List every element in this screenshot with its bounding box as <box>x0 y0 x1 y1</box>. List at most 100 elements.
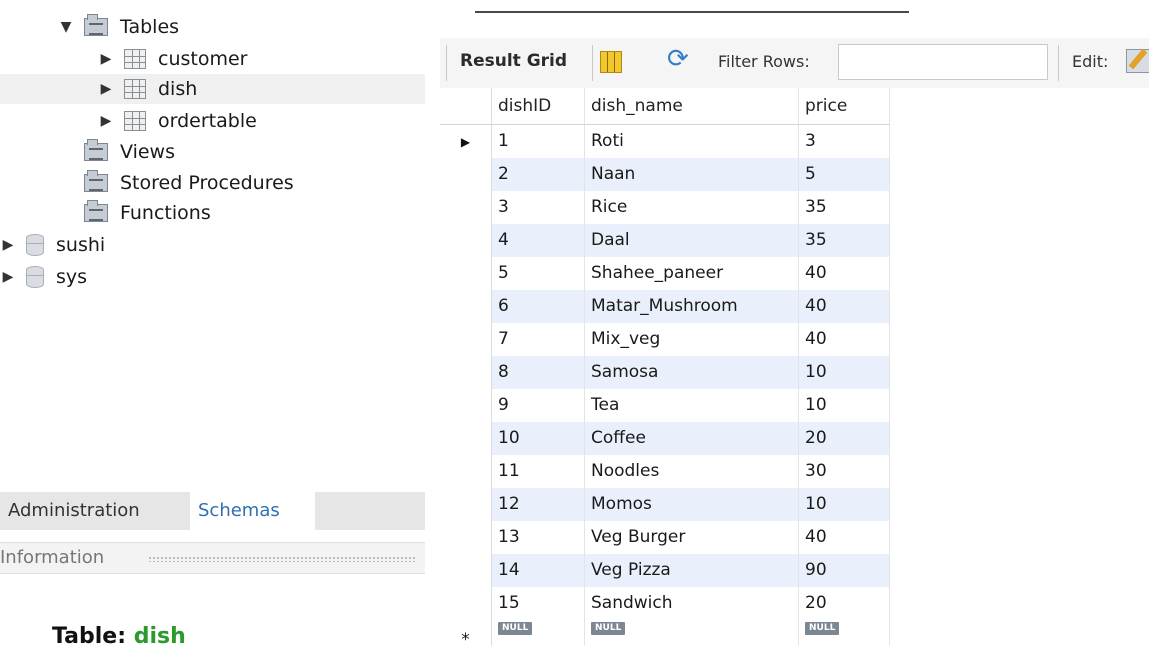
dishid-cell[interactable]: 4 <box>492 224 585 257</box>
dish-name-cell[interactable]: Samosa <box>585 356 799 389</box>
table-row[interactable]: 2 Naan 5 <box>440 158 890 191</box>
table-row[interactable]: 7 Mix_veg 40 <box>440 323 890 356</box>
dish-name-cell[interactable]: Momos <box>585 488 799 521</box>
table-row[interactable]: 12 Momos 10 <box>440 488 890 521</box>
table-row[interactable]: 4 Daal 35 <box>440 224 890 257</box>
price-cell[interactable]: 35 <box>799 191 890 224</box>
dish-name-cell[interactable]: Roti <box>585 125 799 158</box>
table-row[interactable]: 13 Veg Burger 40 <box>440 521 890 554</box>
table-row[interactable]: 5 Shahee_paneer 40 <box>440 257 890 290</box>
row-header[interactable] <box>440 422 492 455</box>
column-header-price[interactable]: price <box>799 88 890 125</box>
table-row[interactable]: ▶ 1 Roti 3 <box>440 125 890 158</box>
tree-item-stored-procedures[interactable]: Stored Procedures <box>58 168 294 198</box>
filter-rows-input[interactable] <box>838 44 1048 80</box>
price-cell[interactable]: 40 <box>799 323 890 356</box>
splitter-grip[interactable] <box>148 556 416 562</box>
table-row[interactable]: 11 Noodles 30 <box>440 455 890 488</box>
dishid-cell[interactable]: 9 <box>492 389 585 422</box>
dishid-cell[interactable]: 14 <box>492 554 585 587</box>
column-header-dishid[interactable]: dishID <box>492 88 585 125</box>
dish-name-cell[interactable]: Matar_Mushroom <box>585 290 799 323</box>
expanded-arrow-icon[interactable]: ▼ <box>58 19 74 35</box>
price-cell[interactable]: 10 <box>799 488 890 521</box>
price-cell[interactable]: 20 <box>799 587 890 620</box>
dish-name-cell[interactable]: Tea <box>585 389 799 422</box>
dishid-cell[interactable]: 10 <box>492 422 585 455</box>
dishid-cell[interactable]: 11 <box>492 455 585 488</box>
price-cell[interactable]: 20 <box>799 422 890 455</box>
dishid-cell[interactable]: 15 <box>492 587 585 620</box>
price-cell[interactable]: 90 <box>799 554 890 587</box>
table-row[interactable]: 6 Matar_Mushroom 40 <box>440 290 890 323</box>
tree-item-customer[interactable]: ▶ customer <box>98 44 248 74</box>
row-header[interactable] <box>440 257 492 290</box>
price-cell[interactable]: 10 <box>799 356 890 389</box>
tab-schemas[interactable]: Schemas <box>190 492 315 530</box>
dish-name-cell[interactable]: Naan <box>585 158 799 191</box>
table-row[interactable]: 9 Tea 10 <box>440 389 890 422</box>
column-header-dish-name[interactable]: dish_name <box>585 88 799 125</box>
information-panel-header[interactable]: Information <box>0 542 425 574</box>
tree-item-dish[interactable]: ▶ dish <box>0 74 425 104</box>
row-header[interactable] <box>440 554 492 587</box>
dish-name-cell[interactable]: Daal <box>585 224 799 257</box>
new-row-dishid-cell[interactable]: NULL <box>492 620 585 646</box>
table-row[interactable]: 14 Veg Pizza 90 <box>440 554 890 587</box>
collapsed-arrow-icon[interactable]: ▶ <box>98 51 114 67</box>
dishid-cell[interactable]: 8 <box>492 356 585 389</box>
dish-name-cell[interactable]: Rice <box>585 191 799 224</box>
collapsed-arrow-icon[interactable]: ▶ <box>98 113 114 129</box>
new-row-dish-name-cell[interactable]: NULL <box>585 620 799 646</box>
dishid-cell[interactable]: 13 <box>492 521 585 554</box>
tab-administration[interactable]: Administration <box>0 492 148 530</box>
price-cell[interactable]: 5 <box>799 158 890 191</box>
tree-item-sys[interactable]: ▶ sys <box>0 262 87 292</box>
tree-item-functions[interactable]: Functions <box>58 198 211 228</box>
table-row[interactable]: 3 Rice 35 <box>440 191 890 224</box>
row-header[interactable] <box>440 521 492 554</box>
dish-name-cell[interactable]: Mix_veg <box>585 323 799 356</box>
row-header[interactable] <box>440 158 492 191</box>
tree-item-views[interactable]: Views <box>58 137 175 167</box>
tree-item-ordertable[interactable]: ▶ ordertable <box>98 106 257 136</box>
collapsed-arrow-icon[interactable]: ▶ <box>0 237 16 253</box>
dish-name-cell[interactable]: Sandwich <box>585 587 799 620</box>
dish-name-cell[interactable]: Shahee_paneer <box>585 257 799 290</box>
dish-name-cell[interactable]: Noodles <box>585 455 799 488</box>
dishid-cell[interactable]: 3 <box>492 191 585 224</box>
result-grid-tab[interactable]: Result Grid <box>460 51 567 71</box>
new-row[interactable]: * NULL NULL NULL <box>440 620 890 646</box>
row-header[interactable] <box>440 455 492 488</box>
row-header[interactable] <box>440 488 492 521</box>
tree-item-tables[interactable]: ▼ Tables <box>58 12 179 42</box>
price-cell[interactable]: 40 <box>799 521 890 554</box>
collapsed-arrow-icon[interactable]: ▶ <box>0 269 16 285</box>
row-header[interactable] <box>440 587 492 620</box>
dishid-cell[interactable]: 5 <box>492 257 585 290</box>
new-row-price-cell[interactable]: NULL <box>799 620 890 646</box>
dishid-cell[interactable]: 2 <box>492 158 585 191</box>
row-header[interactable] <box>440 389 492 422</box>
row-header[interactable] <box>440 224 492 257</box>
dishid-cell[interactable]: 6 <box>492 290 585 323</box>
dishid-cell[interactable]: 12 <box>492 488 585 521</box>
row-header[interactable] <box>440 191 492 224</box>
price-cell[interactable]: 3 <box>799 125 890 158</box>
table-row[interactable]: 8 Samosa 10 <box>440 356 890 389</box>
table-row[interactable]: 10 Coffee 20 <box>440 422 890 455</box>
row-header[interactable] <box>440 356 492 389</box>
price-cell[interactable]: 10 <box>799 389 890 422</box>
price-cell[interactable]: 30 <box>799 455 890 488</box>
row-header[interactable] <box>440 290 492 323</box>
price-cell[interactable]: 40 <box>799 290 890 323</box>
price-cell[interactable]: 40 <box>799 257 890 290</box>
dish-name-cell[interactable]: Veg Pizza <box>585 554 799 587</box>
row-header[interactable] <box>440 323 492 356</box>
price-cell[interactable]: 35 <box>799 224 890 257</box>
dishid-cell[interactable]: 1 <box>492 125 585 158</box>
edit-icon[interactable] <box>1126 49 1149 73</box>
table-row[interactable]: 15 Sandwich 20 <box>440 587 890 620</box>
collapsed-arrow-icon[interactable]: ▶ <box>98 81 114 97</box>
dishid-cell[interactable]: 7 <box>492 323 585 356</box>
